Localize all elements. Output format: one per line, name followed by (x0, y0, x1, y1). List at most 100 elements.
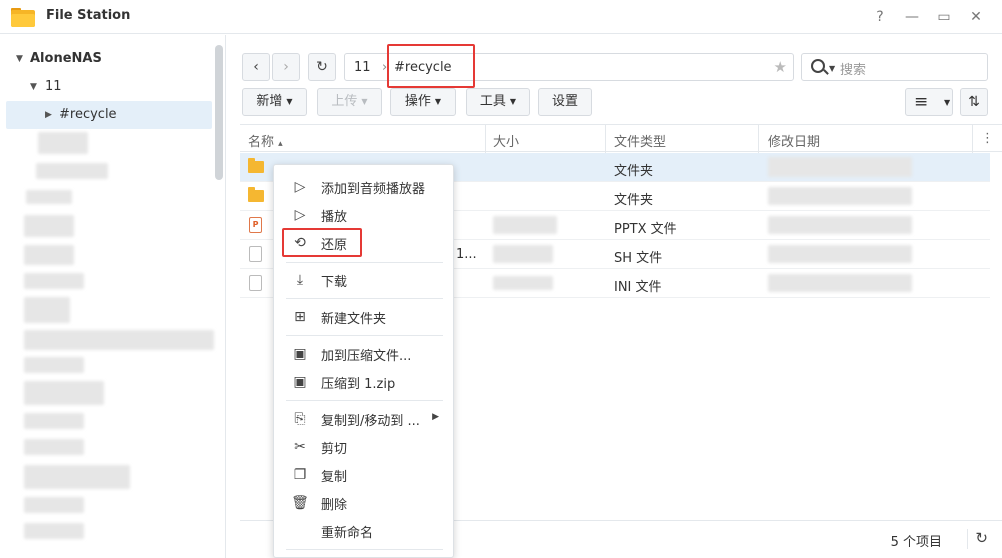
menu-item-rename[interactable]: 重新命名 (274, 518, 453, 544)
blurred-date (768, 157, 912, 177)
back-button[interactable]: ‹ (242, 53, 270, 81)
menu-item-label: 复制到/移动到 ... (321, 414, 420, 429)
menu-item-label: 添加到音频播放器 (321, 182, 426, 197)
collapse-triangle-icon[interactable]: ▶ (45, 101, 52, 129)
archive-icon: ▣ (293, 346, 307, 362)
blurred-tree-item (24, 523, 84, 539)
new-button[interactable]: 新增 ▼ (242, 88, 307, 116)
menu-item-new-folder[interactable]: ⊞ 新建文件夹 (274, 304, 453, 330)
folder-icon (248, 187, 264, 202)
new-button-label: 新增 (256, 94, 283, 109)
scissors-icon: ✂ (294, 439, 306, 455)
submenu-arrow-icon: ▶ (432, 412, 439, 422)
blurred-tree-item (26, 190, 72, 204)
blurred-date (768, 245, 912, 263)
expand-triangle-icon[interactable]: ▼ (16, 45, 23, 73)
column-modified[interactable]: 修改日期 (768, 131, 820, 150)
blurred-date (768, 216, 912, 234)
file-type: 文件夹 (614, 164, 654, 179)
new-folder-icon: ⊞ (294, 309, 306, 325)
context-menu: ▷ 添加到音频播放器 ▷ 播放 ⟲ 还原 ⤓ 下载 ⊞ 新建文件夹 ▣ 加到压缩… (273, 164, 454, 558)
menu-item-copy-move-to[interactable]: ⎘ 复制到/移动到 ... ▶ (274, 406, 453, 432)
blurred-tree-item (36, 163, 108, 179)
menu-item-cut[interactable]: ✂ 剪切 (274, 434, 453, 460)
dropdown-caret-icon: ▼ (509, 97, 517, 106)
tree-root-label: AloneNAS (30, 51, 102, 66)
menu-item-add-to-archive[interactable]: ▣ 加到压缩文件... (274, 341, 453, 367)
file-type: 文件夹 (614, 193, 654, 208)
favorite-star-icon[interactable]: ★ (774, 58, 787, 76)
archive-icon: ▣ (293, 374, 307, 390)
expand-triangle-icon[interactable]: ▼ (30, 73, 37, 101)
restore-highlight-annotation (282, 228, 362, 257)
menu-separator (286, 335, 443, 336)
tree-item-recycle[interactable]: ▶ #recycle (6, 101, 212, 129)
upload-button[interactable]: 上传 ▼ (317, 88, 382, 116)
refresh-icon[interactable]: ↻ (975, 529, 988, 547)
search-dropdown-caret-icon[interactable]: ▼ (829, 64, 835, 73)
blurred-size (493, 216, 557, 234)
search-icon[interactable] (811, 59, 825, 73)
status-divider (967, 529, 968, 549)
column-size[interactable]: 大小 (493, 131, 519, 150)
file-type: INI 文件 (614, 280, 662, 295)
menu-item-label: 下载 (321, 275, 348, 290)
dropdown-caret-icon: ▼ (434, 97, 442, 106)
minimize-icon[interactable]: — (901, 6, 923, 28)
sort-ascending-icon: ▴ (278, 139, 283, 149)
tree-share-label: 11 (45, 79, 62, 94)
file-list-header: 名称 ▴ 大小 文件类型 修改日期 ⋮ (240, 124, 1002, 153)
menu-item-play[interactable]: ▷ 播放 (274, 202, 453, 228)
column-divider[interactable] (758, 125, 759, 153)
search-box[interactable]: ▼ 搜索 (801, 53, 988, 81)
menu-item-label: 重新命名 (321, 526, 374, 541)
action-button-label: 操作 (404, 94, 431, 109)
blurred-tree-item (24, 381, 104, 405)
view-mode-button[interactable]: ≡ ▼ (905, 88, 953, 116)
menu-item-delete[interactable]: 🗑 删除 (274, 490, 453, 516)
menu-item-copy[interactable]: ❐ 复制 (274, 462, 453, 488)
blurred-date (768, 187, 912, 205)
search-placeholder: 搜索 (840, 63, 867, 78)
action-button[interactable]: 操作 ▼ (390, 88, 456, 116)
column-divider[interactable] (485, 125, 486, 153)
tree-item-root[interactable]: ▼ AloneNAS (6, 45, 212, 73)
menu-item-label: 复制 (321, 470, 348, 485)
title-bar: File Station ? — ▭ ✕ (0, 0, 1002, 34)
column-name[interactable]: 名称 ▴ (248, 131, 283, 150)
menu-item-download[interactable]: ⤓ 下载 (274, 267, 453, 293)
copy-move-icon: ⎘ (294, 411, 306, 427)
menu-item-label: 删除 (321, 498, 348, 513)
upload-button-label: 上传 (331, 94, 358, 109)
blurred-tree-item (24, 245, 74, 265)
column-divider[interactable] (972, 125, 973, 153)
column-divider[interactable] (605, 125, 606, 153)
menu-item-add-to-audio-player[interactable]: ▷ 添加到音频播放器 (274, 174, 453, 200)
tree-item-share[interactable]: ▼ 11 (6, 73, 212, 101)
menu-separator (286, 262, 443, 263)
path-segment-share[interactable]: 11 (354, 60, 371, 75)
menu-separator (286, 400, 443, 401)
play-icon: ▷ (294, 179, 306, 195)
path-highlight-annotation (387, 44, 475, 88)
tree-recycle-label: #recycle (59, 107, 117, 122)
tools-button[interactable]: 工具 ▼ (466, 88, 530, 116)
maximize-icon[interactable]: ▭ (933, 6, 955, 28)
sort-button[interactable]: ⇅ (960, 88, 988, 116)
column-type[interactable]: 文件类型 (614, 131, 666, 150)
settings-button[interactable]: 设置 (538, 88, 592, 116)
column-options-icon[interactable]: ⋮ (981, 131, 994, 146)
menu-separator (286, 298, 443, 299)
forward-button[interactable]: › (272, 53, 300, 81)
sidebar-scrollbar[interactable] (215, 45, 223, 180)
window-title: File Station (46, 8, 131, 23)
close-icon[interactable]: ✕ (965, 6, 987, 28)
column-name-label: 名称 (248, 135, 275, 150)
menu-item-compress-to[interactable]: ▣ 压缩到 1.zip (274, 369, 453, 395)
help-icon[interactable]: ? (869, 6, 891, 28)
refresh-button[interactable]: ↻ (308, 53, 336, 81)
menu-item-label: 新建文件夹 (321, 312, 387, 327)
menu-item-label: 播放 (321, 210, 348, 225)
file-type: PPTX 文件 (614, 222, 677, 237)
blurred-tree-item (24, 215, 74, 237)
